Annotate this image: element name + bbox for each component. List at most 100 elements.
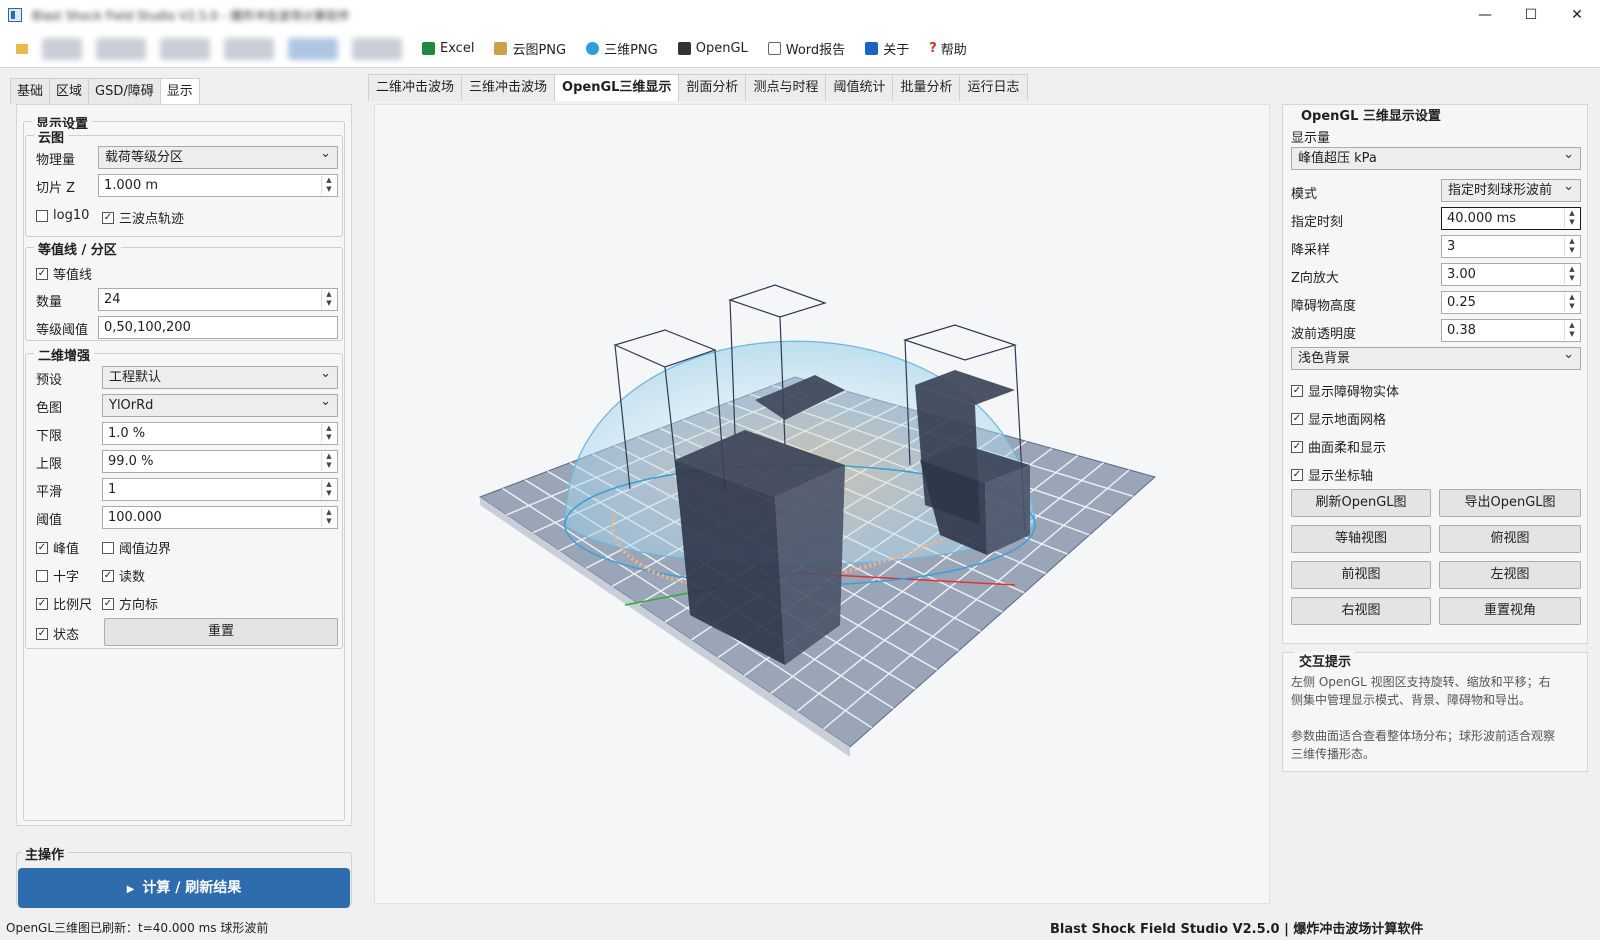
front-view-button[interactable]: 前视图 [1291, 561, 1431, 589]
triple-point-checkbox[interactable]: ✓ 三波点轨迹 [102, 208, 184, 227]
time-spin[interactable]: 40.000 ms ▲ ▼ [1441, 207, 1581, 230]
spin-arrows-icon[interactable]: ▲ ▼ [321, 290, 336, 309]
spin-arrows-icon[interactable]: ▲ ▼ [321, 424, 336, 443]
levels-input[interactable]: 0,50,100,200 [98, 316, 338, 339]
tab-basic[interactable]: 基础 [10, 78, 51, 104]
peak-checkbox[interactable]: ✓ 峰值 [36, 538, 79, 557]
slice-z-label: 切片 Z [36, 180, 76, 196]
top-view-button[interactable]: 俯视图 [1439, 525, 1581, 553]
right-view-button[interactable]: 右视图 [1291, 597, 1431, 625]
smooth-spin[interactable]: 1 ▲ ▼ [102, 478, 338, 501]
checkbox-checked-icon: ✓ [1291, 412, 1303, 425]
toolbar-blurred-item[interactable] [352, 37, 402, 60]
tab-3d-field[interactable]: 三维冲击波场 [461, 74, 556, 101]
refresh-opengl-button[interactable]: 刷新OpenGL图 [1291, 489, 1431, 517]
contour-group: 等值线 / 分区 ✓ 等值线 数量 24 ▲ ▼ 等级阈值 0,50,100,200 [25, 239, 343, 341]
spin-arrows-icon[interactable]: ▲ ▼ [321, 508, 336, 527]
app-icon [8, 8, 22, 22]
toolbar-cloud-png[interactable]: 云图PNG [494, 39, 566, 58]
spin-arrows-icon[interactable]: ▲ ▼ [1564, 209, 1579, 228]
downsample-spin[interactable]: 3 ▲ ▼ [1441, 235, 1581, 258]
opengl-scene[interactable] [375, 105, 1269, 903]
tab-profile[interactable]: 剖面分析 [678, 74, 747, 101]
spin-arrows-icon[interactable]: ▲ ▼ [1564, 237, 1579, 256]
slice-z-spin[interactable]: 1.000 m ▲ ▼ [98, 174, 338, 197]
folder-icon[interactable] [16, 43, 28, 54]
close-button[interactable]: ✕ [1554, 0, 1600, 30]
status-message: OpenGL三维图已刷新：t=40.000 ms 球形波前 [6, 920, 269, 935]
upper-limit-spin[interactable]: 99.0 % ▲ ▼ [102, 450, 338, 473]
spin-arrows-icon[interactable]: ▲ ▼ [1564, 321, 1579, 340]
reset-button[interactable]: 重置 [104, 618, 338, 646]
background-combo[interactable]: 浅色背景 [1291, 344, 1581, 370]
count-spin[interactable]: 24 ▲ ▼ [98, 288, 338, 311]
spin-arrows-icon[interactable]: ▲ ▼ [1564, 265, 1579, 284]
toolbar-blurred-item[interactable] [160, 37, 210, 60]
show-axes-checkbox[interactable]: ✓ 显示坐标轴 [1291, 465, 1373, 484]
toolbar-help[interactable]: ? 帮助 [929, 39, 967, 58]
lower-limit-spin[interactable]: 1.0 % ▲ ▼ [102, 422, 338, 445]
tab-gsd[interactable]: GSD/障碍 [88, 78, 161, 104]
checkbox-checked-icon: ✓ [102, 211, 114, 224]
tab-batch[interactable]: 批量分析 [892, 74, 961, 101]
toolbar-excel[interactable]: Excel [422, 41, 474, 56]
reset-view-button[interactable]: 重置视角 [1439, 597, 1581, 625]
scalebar-checkbox[interactable]: ✓ 比例尺 [36, 594, 92, 613]
toolbar-opengl[interactable]: OpenGL [677, 41, 748, 56]
readout-checkbox[interactable]: ✓ 读数 [102, 566, 145, 585]
status-checkbox[interactable]: ✓ 状态 [36, 624, 79, 643]
threshold-spin[interactable]: 100.000 ▲ ▼ [102, 506, 338, 529]
mode-label: 模式 [1291, 187, 1318, 202]
obstacle-height-spin[interactable]: 0.25 ▲ ▼ [1441, 291, 1581, 314]
wavefront-alpha-spin[interactable]: 0.38 ▲ ▼ [1441, 319, 1581, 342]
display-quantity-label: 显示量 [1291, 131, 1331, 146]
toolbar-blurred-item[interactable] [96, 37, 146, 60]
mode-combo[interactable]: 指定时刻球形波前 [1441, 176, 1581, 202]
opengl-viewport[interactable] [374, 104, 1270, 904]
export-opengl-button[interactable]: 导出OpenGL图 [1439, 489, 1581, 517]
spin-arrows-icon[interactable]: ▲ ▼ [321, 452, 336, 471]
contour-checkbox[interactable]: ✓ 等值线 [36, 264, 92, 283]
checkbox-checked-icon: ✓ [36, 597, 48, 610]
tab-2d-field[interactable]: 二维冲击波场 [368, 74, 463, 101]
toolbar-about[interactable]: 关于 [865, 39, 909, 58]
threshold-edge-checkbox[interactable]: 阈值边界 [102, 538, 171, 557]
toolbar-word[interactable]: Word报告 [767, 39, 845, 58]
checkbox-checked-icon: ✓ [1291, 440, 1303, 453]
document-icon [767, 42, 781, 55]
toolbar-3d-png[interactable]: 三维PNG [586, 39, 658, 58]
smooth-surface-checkbox[interactable]: ✓ 曲面柔和显示 [1291, 437, 1386, 456]
show-grid-checkbox[interactable]: ✓ 显示地面网格 [1291, 409, 1386, 428]
toolbar-blurred-item[interactable] [42, 37, 82, 60]
tab-probe[interactable]: 测点与时程 [745, 74, 827, 101]
compass-checkbox[interactable]: ✓ 方向标 [102, 594, 158, 613]
crosshair-checkbox[interactable]: 十字 [36, 566, 79, 585]
interaction-hint-panel: 交互提示 左侧 OpenGL 视图区支持旋转、缩放和平移；右 侧集中管理显示模式… [1282, 651, 1588, 772]
spin-arrows-icon[interactable]: ▲ ▼ [321, 480, 336, 499]
spin-arrows-icon[interactable]: ▲ ▼ [321, 176, 336, 195]
log10-checkbox[interactable]: log10 [36, 208, 89, 223]
display-quantity-combo[interactable]: 峰值超压 kPa [1291, 144, 1581, 170]
hint-title: 交互提示 [1295, 651, 1356, 670]
downsample-label: 降采样 [1291, 243, 1331, 258]
colormap-combo[interactable]: YlOrRd [102, 391, 338, 417]
iso-view-button[interactable]: 等轴视图 [1291, 525, 1431, 553]
toolbar-blurred-item[interactable] [224, 37, 274, 60]
left-view-button[interactable]: 左视图 [1439, 561, 1581, 589]
preset-combo[interactable]: 工程默认 [102, 363, 338, 389]
tab-display[interactable]: 显示 [159, 78, 200, 105]
compute-refresh-button[interactable]: ▶ 计算 / 刷新结果 [18, 868, 350, 908]
maximize-button[interactable]: ☐ [1508, 0, 1554, 30]
tab-log[interactable]: 运行日志 [959, 74, 1028, 101]
tab-region[interactable]: 区域 [49, 78, 90, 104]
toolbar-blurred-item[interactable] [288, 37, 338, 60]
z-scale-spin[interactable]: 3.00 ▲ ▼ [1441, 263, 1581, 286]
wavefront-alpha-label: 波前透明度 [1291, 327, 1357, 342]
minimize-button[interactable]: — [1462, 0, 1508, 30]
tab-opengl[interactable]: OpenGL三维显示 [554, 74, 680, 101]
quantity-combo[interactable]: 载荷等级分区 [98, 143, 338, 169]
tab-threshold[interactable]: 阈值统计 [825, 74, 894, 101]
show-obstacle-checkbox[interactable]: ✓ 显示障碍物实体 [1291, 381, 1399, 400]
spin-arrows-icon[interactable]: ▲ ▼ [1564, 293, 1579, 312]
checkbox-icon [36, 209, 48, 222]
